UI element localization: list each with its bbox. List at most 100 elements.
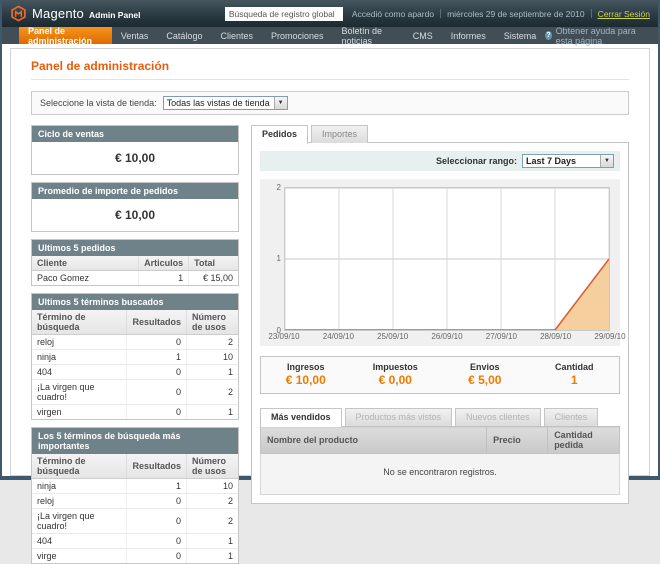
x-tick: 23/09/10 [268, 332, 299, 341]
nav-catalog[interactable]: Catálogo [157, 27, 211, 44]
help-icon: ? [545, 31, 551, 40]
x-tick: 26/09/10 [431, 332, 462, 341]
brand-subtitle: Admin Panel [89, 10, 140, 20]
cell: 404 [32, 534, 127, 549]
x-tick: 25/09/10 [377, 332, 408, 341]
table-row[interactable]: reloj 0 2 [32, 494, 238, 509]
cell: 10 [186, 479, 238, 494]
cell: 0 [127, 549, 187, 564]
nav-promotions[interactable]: Promociones [262, 27, 333, 44]
tab-most-viewed[interactable]: Productos más vistos [345, 408, 453, 426]
cell: 0 [127, 509, 187, 534]
table-row[interactable]: ¡La virgen que cuadro! 0 2 [32, 380, 238, 405]
box-title: Ultimos 5 términos buscados [32, 294, 238, 310]
total-label: Envios [440, 362, 530, 372]
nav-system[interactable]: Sistema [495, 27, 546, 44]
global-search-input[interactable] [225, 7, 343, 21]
table-row[interactable]: ninja 1 10 [32, 479, 238, 494]
tab-new-customers[interactable]: Nuevos clientes [455, 408, 541, 426]
x-tick: 29/09/10 [594, 332, 625, 341]
dashboard-sidebar: Ciclo de ventas € 10,00 Promedio de impo… [31, 125, 239, 564]
table-row[interactable]: virgen 0 1 [32, 405, 238, 420]
magento-admin-window: Magento Admin Panel Accedió como apardo … [0, 0, 660, 480]
cell: 404 [32, 365, 127, 380]
lifetime-sales-value: € 10,00 [32, 142, 238, 174]
y-tick: 1 [277, 254, 281, 263]
table-row[interactable]: 404 0 1 [32, 534, 238, 549]
total-shipping: Envios € 5,00 [440, 362, 530, 387]
tab-amounts[interactable]: Importes [311, 125, 368, 143]
col-header: Cantidad pedida [548, 427, 620, 454]
logged-in-as: Accedió como apardo [352, 9, 434, 19]
page-title: Panel de administración [31, 59, 629, 73]
divider [31, 79, 629, 80]
col-header: Número de usos [186, 454, 238, 479]
box-title: Los 5 términos de búsqueda más important… [32, 428, 238, 454]
col-header: Resultados [127, 310, 187, 335]
range-bar: Seleccionar rango: Last 7 Days ▼ [260, 151, 620, 171]
cell: ¡La virgen que cuadro! [32, 509, 127, 534]
store-view-select[interactable]: Todas las vistas de tienda ▼ [163, 96, 288, 110]
col-header: Total [189, 256, 238, 271]
range-label: Seleccionar rango: [436, 156, 517, 166]
empty-state-text: No se encontraron registros. [261, 454, 620, 495]
tab-customers[interactable]: Clientes [544, 408, 599, 426]
cell: 0 [127, 494, 187, 509]
chart-y-axis: 2 1 0 [270, 187, 284, 331]
main-nav: Panel de administración Ventas Catálogo … [2, 27, 658, 44]
total-tax: Impuestos € 0,00 [351, 362, 441, 387]
cell: 1 [127, 479, 187, 494]
logout-link[interactable]: Cerrar Sesión [598, 9, 650, 19]
cell: ninja [32, 479, 127, 494]
total-quantity: Cantidad 1 [530, 362, 620, 387]
store-view-label: Seleccione la vista de tienda: [40, 98, 157, 108]
cell: 2 [186, 509, 238, 534]
help-link[interactable]: ? Obtener ayuda para esta página [545, 27, 648, 44]
bestsellers-table: Nombre del producto Precio Cantidad pedi… [260, 426, 620, 495]
table-row[interactable]: 404 0 1 [32, 365, 238, 380]
table-row[interactable]: ¡La virgen que cuadro! 0 2 [32, 509, 238, 534]
x-tick: 27/09/10 [486, 332, 517, 341]
nav-reports[interactable]: Informes [442, 27, 495, 44]
cell: ninja [32, 350, 127, 365]
content-area: Panel de administración Seleccione la vi… [10, 48, 650, 476]
cell: 1 [186, 534, 238, 549]
chart-x-axis: 23/09/10 24/09/10 25/09/10 26/09/10 27/0… [284, 331, 610, 343]
cell: 1 [186, 549, 238, 564]
cell: 1 [127, 350, 187, 365]
nav-customers[interactable]: Clientes [211, 27, 262, 44]
nav-newsletter[interactable]: Boletín de noticias [333, 27, 404, 44]
top-search-terms-box: Los 5 términos de búsqueda más important… [31, 427, 239, 564]
header-meta: Accedió como apardo miércoles 29 de sept… [352, 9, 650, 19]
tab-bestsellers[interactable]: Más vendidos [260, 408, 342, 427]
total-value: 1 [530, 373, 620, 387]
col-header: Precio [487, 427, 548, 454]
chevron-down-icon: ▼ [274, 97, 287, 109]
tab-orders[interactable]: Pedidos [251, 125, 308, 144]
brand-name: Magento [32, 6, 84, 21]
nav-dashboard[interactable]: Panel de administración [19, 27, 112, 44]
chart-plot-area [284, 187, 610, 331]
current-date: miércoles 29 de septiembre de 2010 [447, 9, 585, 19]
range-select[interactable]: Last 7 Days ▼ [522, 154, 614, 168]
table-row[interactable]: Paco Gomez 1 € 15,00 [32, 271, 238, 286]
box-title: Ultimos 5 pedidos [32, 240, 238, 256]
table-row[interactable]: reloj 0 2 [32, 335, 238, 350]
divider [440, 9, 441, 18]
cell: 0 [127, 380, 187, 405]
table-row[interactable]: ninja 1 10 [32, 350, 238, 365]
cell: virgen [32, 405, 127, 420]
nav-cms[interactable]: CMS [404, 27, 442, 44]
col-header: Cliente [32, 256, 139, 271]
lifetime-sales-box: Ciclo de ventas € 10,00 [31, 125, 239, 175]
total-value: € 5,00 [440, 373, 530, 387]
divider [591, 9, 592, 18]
cell: 2 [186, 335, 238, 350]
col-header: Término de búsqueda [32, 310, 127, 335]
box-title: Ciclo de ventas [32, 126, 238, 142]
cell: 1 [186, 365, 238, 380]
cell: virge [32, 549, 127, 564]
table-row[interactable]: virge 0 1 [32, 549, 238, 564]
cell: 0 [127, 405, 187, 420]
nav-sales[interactable]: Ventas [112, 27, 158, 44]
